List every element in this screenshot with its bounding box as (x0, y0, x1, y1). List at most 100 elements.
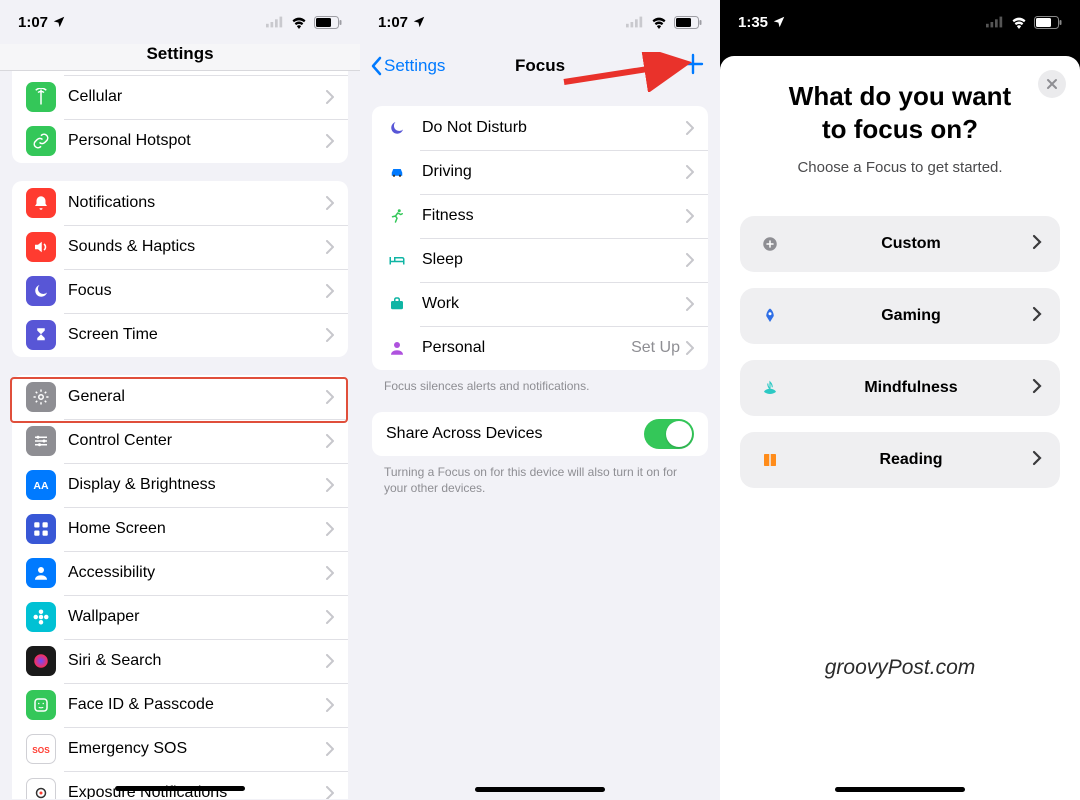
row-label: Display & Brightness (68, 476, 326, 494)
row-label: Work (422, 295, 686, 313)
add-button[interactable] (682, 52, 704, 80)
share-across-devices-row[interactable]: Share Across Devices (372, 412, 708, 456)
chevron-right-icon (326, 566, 334, 580)
share-label: Share Across Devices (386, 425, 644, 443)
chevron-right-icon (1032, 450, 1042, 471)
chevron-right-icon (686, 165, 694, 179)
chevron-right-icon (686, 253, 694, 267)
focus-option-custom[interactable]: Custom (740, 216, 1060, 272)
settings-row-general[interactable]: General (12, 375, 348, 419)
focus-mode-sleep[interactable]: Sleep (372, 238, 708, 282)
settings-row-wallpaper[interactable]: Wallpaper (12, 595, 348, 639)
share-toggle[interactable] (644, 419, 694, 449)
settings-row-home-screen[interactable]: Home Screen (12, 507, 348, 551)
share-footnote: Turning a Focus on for this device will … (360, 456, 720, 496)
rocket-icon (758, 307, 782, 325)
focus-mode-personal[interactable]: PersonalSet Up (372, 326, 708, 370)
signal-icon (626, 16, 644, 28)
chevron-right-icon (326, 390, 334, 404)
focus-option-mindfulness[interactable]: Mindfulness (740, 360, 1060, 416)
focus-mode-do-not-disturb[interactable]: Do Not Disturb (372, 106, 708, 150)
settings-row-exposure-notifications[interactable]: Exposure Notifications (12, 771, 348, 799)
focus-mode-work[interactable]: Work (372, 282, 708, 326)
battery-icon (314, 16, 342, 29)
focus-option-reading[interactable]: Reading (740, 432, 1060, 488)
settings-row-display-brightness[interactable]: AADisplay & Brightness (12, 463, 348, 507)
settings-row-cellular[interactable]: Cellular (12, 75, 348, 119)
row-label: Do Not Disturb (422, 119, 686, 137)
grid-icon (26, 514, 56, 544)
focus-picker-sheet: What do you want to focus on? Choose a F… (720, 56, 1080, 800)
chevron-right-icon (326, 742, 334, 756)
home-indicator (115, 786, 245, 791)
gear-icon (26, 382, 56, 412)
focus-option-gaming[interactable]: Gaming (740, 288, 1060, 344)
wifi-icon (650, 16, 668, 29)
status-time: 1:07 (18, 14, 48, 31)
settings-row-screen-time[interactable]: Screen Time (12, 313, 348, 357)
settings-row-focus[interactable]: Focus (12, 269, 348, 313)
focus-mode-driving[interactable]: Driving (372, 150, 708, 194)
signal-icon (986, 16, 1004, 28)
face-icon (26, 690, 56, 720)
row-label: Control Center (68, 432, 326, 450)
person-icon (386, 339, 408, 357)
siri-icon (26, 646, 56, 676)
sheet-subtitle: Choose a Focus to get started. (740, 159, 1060, 176)
focus-mode-fitness[interactable]: Fitness (372, 194, 708, 238)
row-label: Accessibility (68, 564, 326, 582)
chevron-right-icon (326, 698, 334, 712)
sos-icon: SOS (26, 734, 56, 764)
settings-row-personal-hotspot[interactable]: Personal Hotspot (12, 119, 348, 163)
back-button[interactable]: Settings (370, 56, 445, 76)
hourglass-icon (26, 320, 56, 350)
bed-icon (386, 251, 408, 269)
home-indicator (475, 787, 605, 792)
chevron-right-icon (1032, 378, 1042, 399)
settings-row-sounds-haptics[interactable]: Sounds & Haptics (12, 225, 348, 269)
chevron-right-icon (326, 328, 334, 342)
row-label: Wallpaper (68, 608, 326, 626)
close-button[interactable] (1038, 70, 1066, 98)
row-label: Notifications (68, 194, 326, 212)
row-label: Focus (68, 282, 326, 300)
wifi-icon (1010, 16, 1028, 29)
chevron-right-icon (326, 240, 334, 254)
moon-icon (26, 276, 56, 306)
signal-icon (266, 16, 284, 28)
chevron-right-icon (686, 121, 694, 135)
location-icon (772, 15, 786, 29)
car-icon (386, 163, 408, 181)
chevron-right-icon (686, 297, 694, 311)
settings-row-accessibility[interactable]: Accessibility (12, 551, 348, 595)
wifi-icon (290, 16, 308, 29)
book-icon (758, 451, 782, 469)
row-label: Driving (422, 163, 686, 181)
settings-row-emergency-sos[interactable]: SOSEmergency SOS (12, 727, 348, 771)
sliders-icon (26, 426, 56, 456)
chevron-right-icon (326, 90, 334, 104)
row-detail: Set Up (631, 339, 680, 357)
settings-row-face-id-passcode[interactable]: Face ID & Passcode (12, 683, 348, 727)
moon-icon (386, 119, 408, 137)
person-icon (26, 558, 56, 588)
chevron-right-icon (1032, 234, 1042, 255)
settings-row-notifications[interactable]: Notifications (12, 181, 348, 225)
status-time: 1:35 (738, 14, 768, 31)
chevron-right-icon (326, 196, 334, 210)
row-label: Home Screen (68, 520, 326, 538)
settings-row-control-center[interactable]: Control Center (12, 419, 348, 463)
settings-header: Settings (0, 44, 360, 71)
settings-row-siri-search[interactable]: Siri & Search (12, 639, 348, 683)
svg-text:SOS: SOS (32, 746, 50, 755)
battery-icon (1034, 16, 1062, 29)
row-label: Sounds & Haptics (68, 238, 326, 256)
chevron-right-icon (326, 134, 334, 148)
sheet-heading: What do you want to focus on? (740, 80, 1060, 145)
lotus-icon (758, 379, 782, 397)
chevron-right-icon (326, 610, 334, 624)
chevron-right-icon (1032, 306, 1042, 327)
link-icon (26, 126, 56, 156)
row-label: Cellular (68, 88, 326, 106)
chevron-right-icon (326, 522, 334, 536)
